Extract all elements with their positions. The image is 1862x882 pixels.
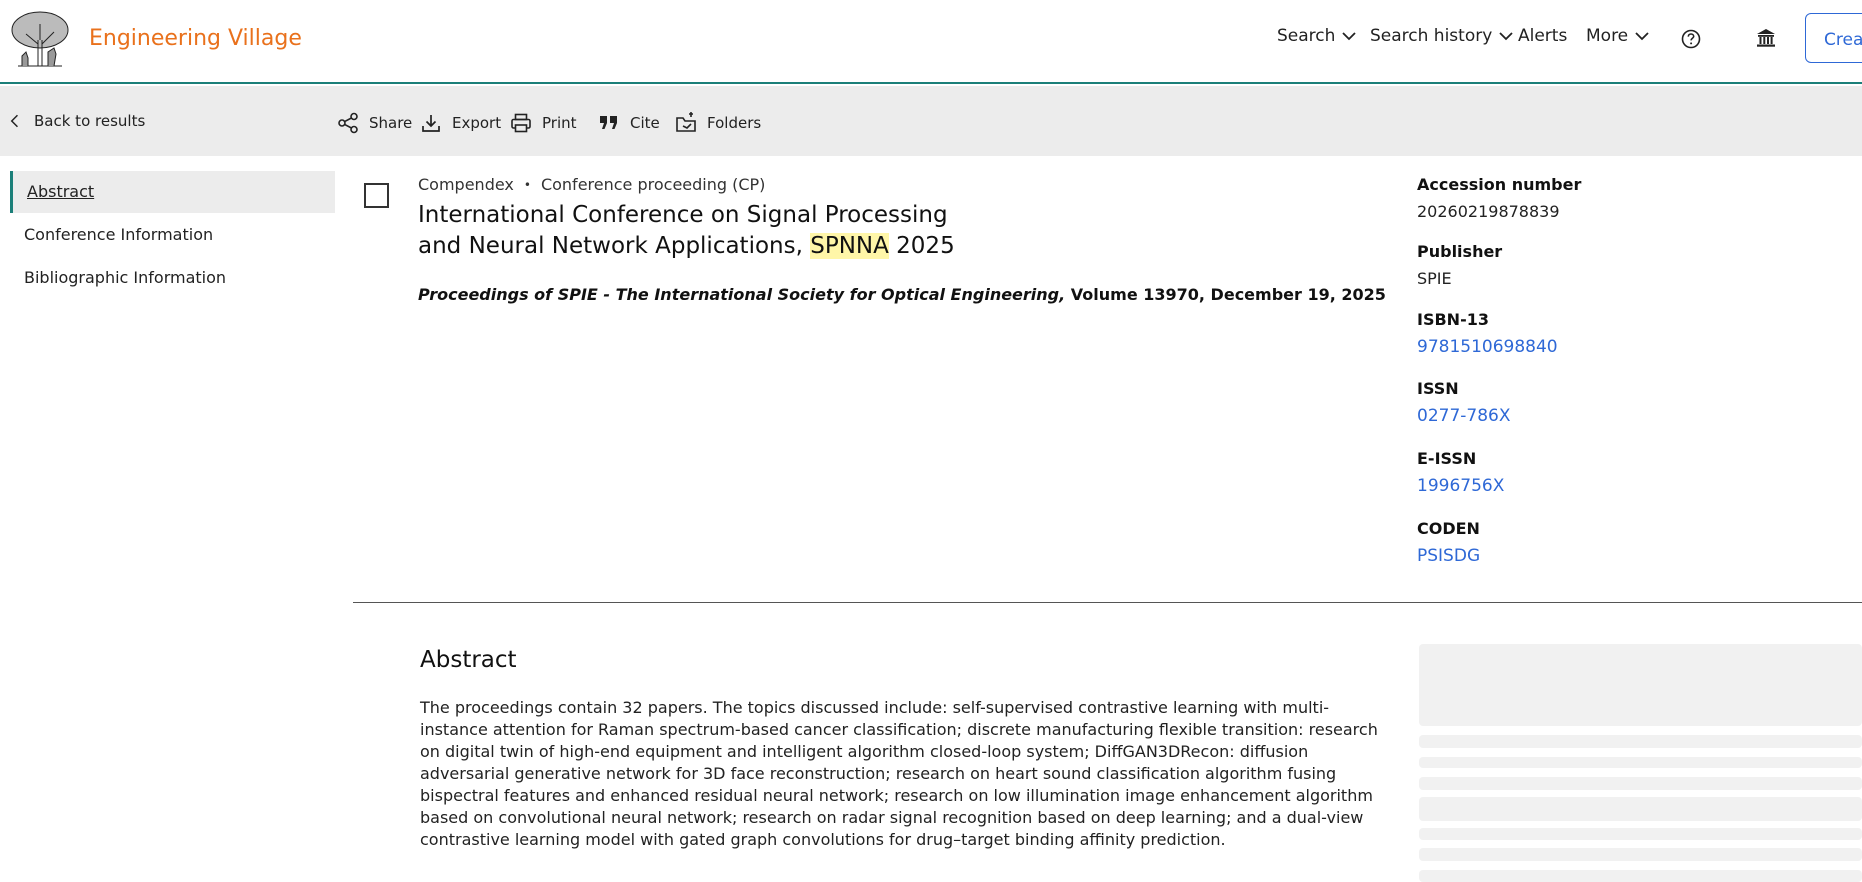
loading-skeleton-line [1419,870,1862,882]
institution-icon[interactable] [1754,26,1778,50]
issn-label: ISSN [1417,379,1459,398]
print-button[interactable]: Print [510,112,577,134]
record-toolbar: Back to results Share Export Print Cite [0,86,1862,156]
sidebar-item-label: Conference Information [24,225,214,244]
source-details: Volume 13970, December 19, 2025 [1065,285,1386,304]
coden-label: CODEN [1417,519,1480,538]
database-name: Compendex [418,175,514,194]
loading-skeleton-line [1419,735,1862,748]
help-icon[interactable] [1680,28,1702,50]
loading-skeleton-line [1419,828,1862,840]
chevron-left-icon [10,114,18,128]
select-record-checkbox[interactable] [364,183,389,208]
nav-search-history-label: Search history [1370,26,1493,46]
source-title: Proceedings of SPIE - The International … [418,285,1066,304]
share-icon [338,112,358,134]
issn-link[interactable]: 0277-786X [1417,406,1511,426]
chevron-down-icon [1342,32,1357,41]
elsevier-tree-logo[interactable] [8,10,72,68]
publisher-label: Publisher [1417,242,1503,261]
nav-alerts-label: Alerts [1518,26,1568,46]
loading-skeleton-line [1419,848,1862,861]
back-to-results-link[interactable]: Back to results [6,112,145,130]
nav-search-history[interactable]: Search history [1370,26,1514,46]
loading-skeleton-line [1419,797,1862,821]
accession-number-label: Accession number [1417,175,1582,194]
share-button[interactable]: Share [337,112,412,134]
title-highlight: SPNNA [810,233,889,259]
separator-dot: • [523,177,531,192]
abstract-text: The proceedings contain 32 papers. The t… [420,698,1378,849]
folders-label: Folders [707,114,762,132]
app-header: Engineering Village Search Search histor… [0,0,1862,84]
cite-label: Cite [630,114,660,132]
publisher-value: SPIE [1417,269,1452,288]
quote-icon [600,116,617,129]
accession-number-value: 20260219878839 [1417,202,1560,221]
loading-skeleton-block [1419,644,1862,726]
title-line-2-post: 2025 [888,233,955,259]
sidebar-item-abstract[interactable]: Abstract [10,171,335,213]
cite-button[interactable]: Cite [598,112,660,134]
record-meta: Compendex • Conference proceeding (CP) [418,175,765,194]
download-icon [422,115,440,132]
section-divider [353,602,1862,603]
brand-name[interactable]: Engineering Village [89,26,302,51]
sidebar-item-bibliographic-information[interactable]: Bibliographic Information [10,257,335,299]
chevron-down-icon [1499,32,1513,41]
create-account-button[interactable]: Creat [1805,13,1862,63]
document-type: Conference proceeding (CP) [540,175,766,194]
isbn-link[interactable]: 9781510698840 [1417,337,1558,357]
nav-search[interactable]: Search [1277,26,1357,46]
coden-link[interactable]: PSISDG [1417,546,1480,566]
chevron-down-icon [1635,32,1649,41]
printer-icon [511,113,531,133]
export-label: Export [452,114,502,132]
eissn-link[interactable]: 1996756X [1417,476,1504,496]
nav-more-label: More [1586,26,1629,46]
source-info: Proceedings of SPIE - The International … [418,285,1386,304]
share-label: Share [369,114,413,132]
loading-skeleton-line [1419,757,1862,768]
title-line-2-pre: and Neural Network Applications, [418,233,811,259]
loading-skeleton-line [1419,777,1862,790]
isbn-label: ISBN-13 [1417,310,1489,329]
nav-search-label: Search [1277,26,1336,46]
abstract-heading: Abstract [420,647,517,673]
sidebar-item-label: Bibliographic Information [24,268,227,287]
nav-more[interactable]: More [1586,26,1650,46]
nav-alerts[interactable]: Alerts [1518,26,1567,46]
folder-add-icon [676,112,696,132]
export-button[interactable]: Export [420,112,501,134]
sidebar-item-label: Abstract [27,182,95,201]
print-label: Print [542,114,577,132]
title-line-1: International Conference on Signal Proce… [418,202,948,228]
back-to-results-label: Back to results [34,112,146,130]
eissn-label: E-ISSN [1417,449,1477,468]
folders-button[interactable]: Folders [675,112,761,134]
sidebar-item-conference-information[interactable]: Conference Information [10,214,335,256]
record-title: International Conference on Signal Proce… [418,200,978,262]
